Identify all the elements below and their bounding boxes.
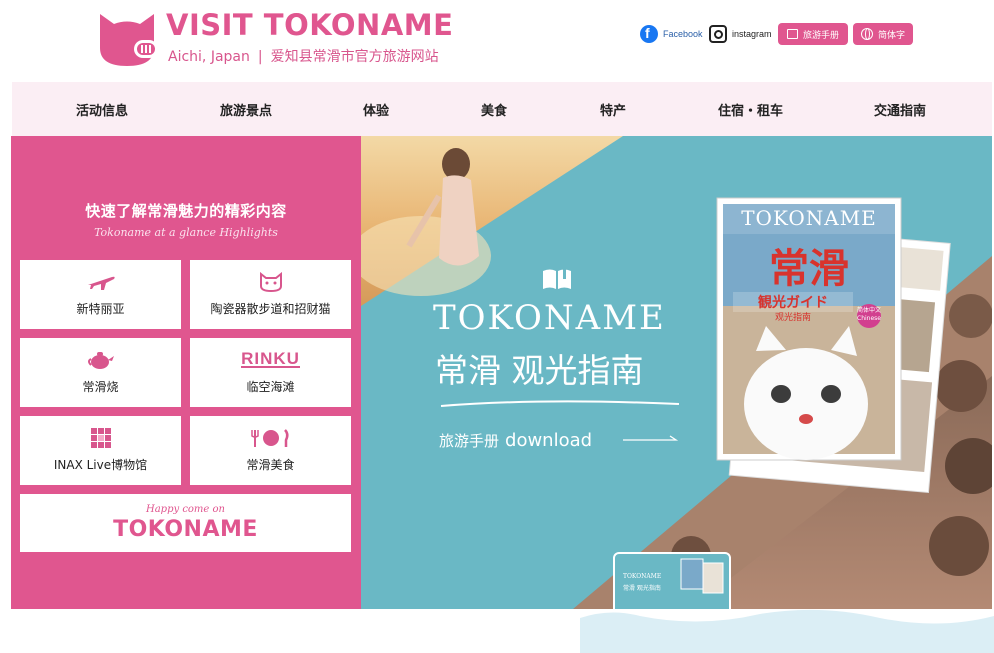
tokoname-cat-logo[interactable] (94, 8, 160, 70)
tile-tokoname-ware[interactable]: 常滑烧 (20, 338, 181, 407)
brochure-cover-sub2: 观光指南 (774, 313, 811, 323)
badge-en: Chinese (857, 315, 881, 322)
tile-pottery-path[interactable]: 陶瓷器散步道和招财猫 (190, 260, 351, 329)
brand-subtitle: Aichi, Japan | 爱知县常滑市官方旅游网站 (168, 46, 439, 66)
download-link[interactable]: 旅游手册 download (439, 430, 592, 451)
tile-tokoname-food[interactable]: 常滑美食 (190, 416, 351, 485)
tile-centrair[interactable]: 新特丽亚 (20, 260, 181, 329)
brand-divider: | (257, 49, 263, 65)
language-button[interactable]: 简体字 (853, 23, 913, 45)
brand-description: 爱知县常滑市官方旅游网站 (270, 49, 439, 65)
thumb-sub: 常滑 观光指南 (623, 585, 661, 592)
hero-title: TOKONAME (433, 298, 666, 338)
brochure-badge: 简体中文 Chinese (855, 307, 883, 323)
cutlery-icon (250, 428, 291, 448)
rinku-logo: RINKU (241, 350, 300, 370)
facebook-link[interactable]: Facebook (640, 24, 703, 44)
nav-item-access[interactable]: 交通指南 (874, 82, 926, 136)
highlights-panel: 快速了解常滑魅力的精彩内容 Tokoname at a glance Highl… (11, 136, 361, 609)
site-header: VISIT TOKONAME Aichi, Japan | 爱知县常滑市官方旅游网站… (0, 0, 994, 82)
airplane-icon (86, 272, 116, 292)
bottom-decoration (580, 609, 994, 653)
main-nav: 活动信息 旅游景点 体验 美食 特产 住宿・租车 交通指南 (12, 82, 992, 136)
hero-banner[interactable]: TOKONAME 常滑 观光指南 旅游手册 download TOKONAME 常… (361, 136, 992, 609)
guidebook-button[interactable]: 旅游手册 (778, 23, 848, 45)
nav-item-specialties[interactable]: 特产 (600, 82, 626, 136)
nav-item-lodging[interactable]: 住宿・租车 (718, 82, 783, 136)
nav-item-experience[interactable]: 体验 (363, 82, 389, 136)
banner-small-text: Happy come on (146, 504, 225, 515)
hero-subtitle: 常滑 观光指南 (435, 351, 644, 390)
brochure-cover-sub: 観光ガイド (733, 292, 853, 312)
tile-label: 临空海滩 (246, 380, 295, 394)
facebook-label: Facebook (663, 29, 703, 39)
globe-icon (861, 28, 873, 40)
book-icon (786, 29, 798, 39)
download-en: download (505, 430, 593, 451)
happy-tokoname-banner[interactable]: Happy come on TOKONAME (20, 494, 351, 552)
tile-rinku-beach[interactable]: RINKU 临空海滩 (190, 338, 351, 407)
facebook-icon (640, 25, 658, 43)
nav-item-events[interactable]: 活动信息 (76, 82, 128, 136)
thumb-title: TOKONAME (623, 573, 662, 580)
tile-label: 常滑美食 (246, 458, 295, 472)
tile-label: 新特丽亚 (76, 302, 125, 316)
rinku-logo-text: RINKU (241, 349, 300, 368)
brochure-cover-kanji: 常滑 (769, 246, 849, 292)
tile-grid-icon (90, 428, 111, 448)
brand-location: Aichi, Japan (168, 49, 250, 65)
badge-cn: 简体中文 (856, 307, 881, 314)
lucky-cat-icon (258, 272, 284, 292)
nav-item-sights[interactable]: 旅游景点 (220, 82, 272, 136)
teapot-icon (86, 350, 116, 370)
tile-label: 陶瓷器散步道和招财猫 (210, 302, 331, 316)
brand-title[interactable]: VISIT TOKONAME (166, 8, 453, 42)
highlights-title: 快速了解常滑魅力的精彩内容 (85, 202, 287, 220)
guidebook-button-label: 旅游手册 (802, 30, 839, 41)
tile-inax-museum[interactable]: INAX Live博物馆 (20, 416, 181, 485)
highlights-subtitle: Tokoname at a glance Highlights (94, 226, 278, 239)
download-cn: 旅游手册 (439, 432, 500, 450)
tile-label: INAX Live博物馆 (53, 458, 148, 472)
open-book-icon (543, 269, 571, 289)
nav-item-food[interactable]: 美食 (481, 82, 507, 136)
brochure-cover-title: TOKONAME (741, 206, 877, 230)
banner-title: TOKONAME (113, 517, 258, 542)
instagram-link[interactable]: instagram (709, 24, 772, 44)
tile-label: 常滑烧 (82, 380, 119, 394)
brochure-thumbnail (613, 552, 731, 609)
instagram-icon (709, 25, 727, 43)
instagram-label: instagram (732, 29, 772, 39)
language-button-label: 简体字 (878, 30, 906, 41)
